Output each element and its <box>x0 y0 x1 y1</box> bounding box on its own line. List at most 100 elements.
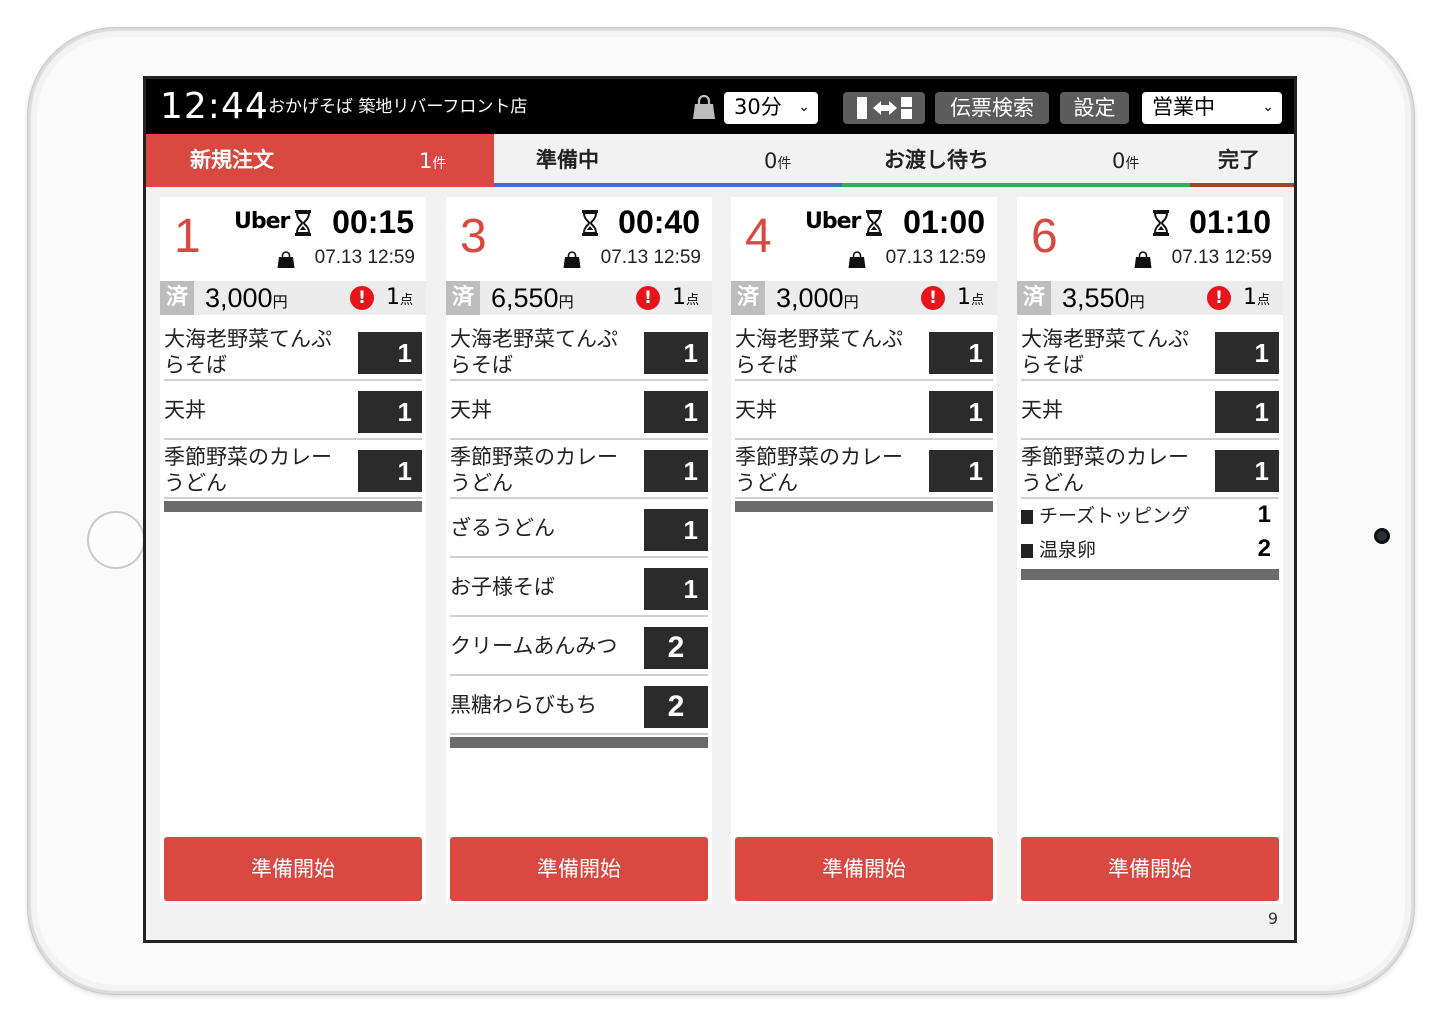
order-number: 1 <box>174 210 201 263</box>
slip-search-button[interactable]: 伝票検索 <box>935 92 1049 124</box>
paid-badge: 済 <box>1017 281 1051 315</box>
list-item[interactable]: 天丼 1 <box>1021 381 1279 440</box>
alert-icon[interactable]: ! <box>636 286 660 310</box>
item-quantity: 2 <box>644 686 708 728</box>
uber-label: Uber <box>805 209 861 234</box>
time-select-value: 30分 <box>734 95 782 119</box>
item-quantity: 1 <box>1215 391 1279 433</box>
start-preparation-button[interactable]: 準備開始 <box>450 837 708 901</box>
uber-label: Uber <box>234 209 290 234</box>
amount-row: 済 3,550円! 1点 <box>1017 281 1283 315</box>
alert-icon[interactable]: ! <box>350 286 374 310</box>
order-amount: 6,550円 <box>491 283 574 313</box>
list-item[interactable]: 季節野菜のカレーうどん 1 <box>1021 440 1279 499</box>
tab-preparing[interactable]: 準備中 0件 <box>494 134 842 187</box>
store-name: おかげそば 築地リバーフロント店 <box>268 97 528 117</box>
business-status-select[interactable]: 営業中 ⌄ <box>1142 92 1282 124</box>
amount-row: 済 3,000円! 1点 <box>160 281 426 315</box>
item-points: 1点 <box>957 285 985 310</box>
item-points: 1点 <box>386 285 414 310</box>
order-amount: 3,550円 <box>1062 283 1145 313</box>
chevron-down-icon: ⌄ <box>798 99 810 115</box>
elapsed-timer: 01:00 <box>903 204 985 240</box>
item-name: お子様そば <box>450 575 555 599</box>
shopping-bag-icon <box>1134 251 1152 268</box>
item-quantity: 1 <box>929 450 993 492</box>
order-amount: 3,000円 <box>205 283 288 313</box>
item-quantity: 1 <box>1215 450 1279 492</box>
item-name: 大海老野菜てんぷらそば <box>1021 327 1189 377</box>
item-name: 天丼 <box>1021 398 1063 422</box>
item-points: 1点 <box>672 285 700 310</box>
start-preparation-button[interactable]: 準備開始 <box>735 837 993 901</box>
list-item[interactable]: 大海老野菜てんぷらそば 1 <box>164 322 422 381</box>
amount-row: 済 6,550円! 1点 <box>446 281 712 315</box>
clock: 12:44 <box>160 86 269 127</box>
item-points: 1点 <box>1243 285 1271 310</box>
order-items: 大海老野菜てんぷらそば 1 天丼 1 季節野菜のカレーうどん 1 <box>735 322 993 512</box>
list-item[interactable]: 天丼 1 <box>450 381 708 440</box>
topping-item: 温泉卵 2 <box>1021 533 1279 567</box>
list-item[interactable]: 大海老野菜てんぷらそば 1 <box>735 322 993 381</box>
alert-icon[interactable]: ! <box>1207 286 1231 310</box>
order-card[interactable]: 3 00:40 07.13 12:59 済 6,550円! 1点 大海老野菜てんぷらそば 1 天… <box>446 197 712 904</box>
item-name: 季節野菜のカレーうどん <box>735 445 903 495</box>
paid-badge: 済 <box>731 281 765 315</box>
hourglass-icon <box>1153 210 1169 236</box>
list-item[interactable]: 大海老野菜てんぷらそば 1 <box>1021 322 1279 381</box>
tab-label: 完了 <box>1218 148 1260 172</box>
tab-underline <box>842 183 1190 187</box>
elapsed-timer: 00:40 <box>618 204 700 240</box>
layout-swap-button[interactable] <box>843 92 925 124</box>
item-name: 天丼 <box>735 398 777 422</box>
item-name: 大海老野菜てんぷらそば <box>450 327 618 377</box>
tab-label: 新規注文 <box>190 148 274 172</box>
tab-awaiting-pickup[interactable]: お渡し待ち 0件 <box>842 134 1190 187</box>
order-number: 4 <box>745 210 772 263</box>
list-item[interactable]: 黒糖わらびもち 2 <box>450 676 708 735</box>
tab-count: 1件 <box>419 149 447 173</box>
order-card[interactable]: 4 Uber 01:00 07.13 12:59 済 3,000円! 1点 大海老野菜てんぷら… <box>731 197 997 904</box>
chevron-down-icon: ⌄ <box>1262 99 1274 115</box>
item-name: 黒糖わらびもち <box>450 693 597 717</box>
paid-badge: 済 <box>160 281 194 315</box>
time-select[interactable]: 30分 ⌄ <box>724 92 818 124</box>
item-name: 季節野菜のカレーうどん <box>164 445 332 495</box>
page-number: 9 <box>1267 909 1278 928</box>
list-item[interactable]: 大海老野菜てんぷらそば 1 <box>450 322 708 381</box>
item-quantity: 1 <box>1215 332 1279 374</box>
item-quantity: 1 <box>358 332 422 374</box>
alert-icon[interactable]: ! <box>921 286 945 310</box>
tab-completed[interactable]: 完了 <box>1190 134 1294 187</box>
list-item[interactable]: 季節野菜のカレーうどん 1 <box>450 440 708 499</box>
list-item[interactable]: 天丼 1 <box>735 381 993 440</box>
items-end-bar <box>735 501 993 512</box>
order-card[interactable]: 6 01:10 07.13 12:59 済 3,550円! 1点 大海老野菜てんぷらそば 1 天… <box>1017 197 1283 904</box>
pickup-datetime: 07.13 12:59 <box>600 247 701 268</box>
app-screen: 12:44 おかげそば 築地リバーフロント店 30分 ⌄ 伝票検索 設定 営業中… <box>143 76 1297 943</box>
item-quantity: 2 <box>644 627 708 669</box>
pickup-datetime: 07.13 12:59 <box>885 247 986 268</box>
start-preparation-button[interactable]: 準備開始 <box>1021 837 1279 901</box>
order-items: 大海老野菜てんぷらそば 1 天丼 1 季節野菜のカレーうどん 1 チーズトッピング 1 温泉卵 2 <box>1021 322 1279 580</box>
settings-button[interactable]: 設定 <box>1060 92 1129 124</box>
list-item[interactable]: クリームあんみつ 2 <box>450 617 708 676</box>
list-item[interactable]: お子様そば 1 <box>450 558 708 617</box>
list-item[interactable]: 天丼 1 <box>164 381 422 440</box>
amount-row: 済 3,000円! 1点 <box>731 281 997 315</box>
list-item[interactable]: 季節野菜のカレーうどん 1 <box>164 440 422 499</box>
top-bar: 12:44 おかげそば 築地リバーフロント店 30分 ⌄ 伝票検索 設定 営業中… <box>146 79 1294 134</box>
list-item[interactable]: ざるうどん 1 <box>450 499 708 558</box>
list-item[interactable]: 季節野菜のカレーうどん 1 <box>735 440 993 499</box>
tab-underline <box>494 183 842 187</box>
square-bullet-icon <box>1021 544 1033 558</box>
home-button[interactable] <box>87 511 145 569</box>
business-status-value: 営業中 <box>1152 95 1215 119</box>
elapsed-timer: 00:15 <box>332 204 414 240</box>
order-items: 大海老野菜てんぷらそば 1 天丼 1 季節野菜のカレーうどん 1 <box>164 322 422 512</box>
items-end-bar <box>164 501 422 512</box>
order-card[interactable]: 1 Uber 00:15 07.13 12:59 済 3,000円! 1点 大海老野菜てんぷら… <box>160 197 426 904</box>
tab-new-orders[interactable]: 新規注文 1件 <box>146 134 494 187</box>
topping-quantity: 1 <box>1257 501 1271 528</box>
start-preparation-button[interactable]: 準備開始 <box>164 837 422 901</box>
